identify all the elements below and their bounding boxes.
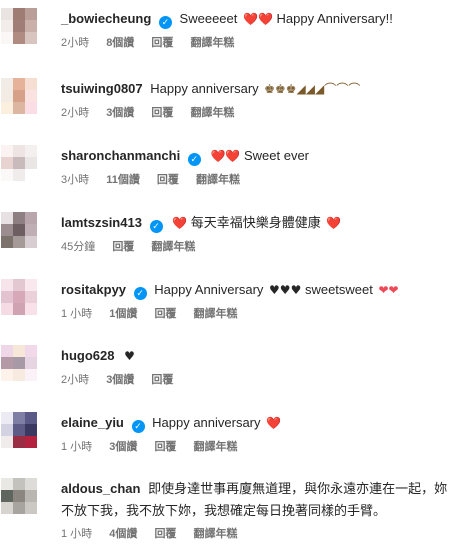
comment-meta: 2小時 8個讚 回覆 翻譯年糕	[61, 35, 448, 51]
comment-text: Sweet ever	[243, 148, 310, 163]
heart-emoji-icon: ❤❤	[378, 283, 399, 297]
timestamp[interactable]: 1 小時	[61, 528, 92, 540]
translate-button[interactable]: 翻譯年糕	[194, 528, 238, 540]
heart-emoji-icon: ♥♥♥	[269, 283, 302, 297]
comment-text: 每天幸福快樂身體健康	[190, 215, 321, 230]
avatar[interactable]	[1, 478, 37, 514]
party-emoji-icon: ♚♚♚◢◢◢⌒⌒⌒	[264, 82, 361, 96]
translate-button[interactable]: 翻譯年糕	[151, 241, 195, 253]
translate-button[interactable]: 翻譯年糕	[194, 308, 238, 320]
comment-text-line: aldous_chan 即使身達世事再廈無道理，與你永遠亦連在一起，妳不放下我，…	[61, 478, 448, 522]
comment-text: Happy Anniversary	[154, 282, 264, 297]
verified-badge-icon: ✓	[149, 220, 163, 233]
like-count[interactable]: 1個讚	[109, 308, 137, 320]
like-count[interactable]: 3個讚	[109, 441, 137, 453]
translate-button[interactable]: 翻譯年糕	[194, 441, 238, 453]
verified-badge-icon: ✓	[131, 420, 145, 433]
username[interactable]: aldous_chan	[61, 481, 140, 496]
avatar[interactable]	[1, 279, 37, 315]
heart-emoji-icon: ❤️	[326, 216, 342, 230]
translate-button[interactable]: 翻譯年糕	[190, 37, 234, 49]
comment-text-line: lamtszsin413 ✓ ❤️ 每天幸福快樂身體健康 ❤️	[61, 213, 448, 233]
verified-badge-icon: ✓	[133, 287, 147, 300]
username[interactable]: hugo628	[61, 348, 114, 363]
username[interactable]: lamtszsin413	[61, 215, 142, 230]
comment-meta: 2小時 3個讚 回覆	[61, 372, 448, 388]
timestamp[interactable]: 3小時	[61, 174, 89, 186]
username[interactable]: tsuiwing0807	[61, 81, 143, 96]
comment-text-line: elaine_yiu ✓ Happy anniversary ❤️	[61, 413, 448, 433]
avatar[interactable]	[1, 8, 37, 44]
comment-meta: 1 小時 4個讚 回覆 翻譯年糕	[61, 526, 448, 542]
verified-badge-icon: ✓	[158, 16, 172, 29]
comment-text-line: sharonchanmanchi ✓ ❤️❤️ Sweet ever	[61, 146, 448, 166]
avatar[interactable]	[1, 145, 37, 181]
comment-meta: 1 小時 3個讚 回覆 翻譯年糕	[61, 439, 448, 455]
translate-button[interactable]: 翻譯年糕	[196, 174, 240, 186]
avatar[interactable]	[1, 78, 37, 114]
reply-button[interactable]: 回覆	[151, 107, 173, 119]
timestamp[interactable]: 2小時	[61, 107, 89, 119]
username[interactable]: rositakpyy	[61, 282, 126, 297]
timestamp[interactable]: 2小時	[61, 374, 89, 386]
reply-button[interactable]: 回覆	[151, 37, 173, 49]
comment-text-line: rositakpyy ✓ Happy Anniversary ♥♥♥ sweet…	[61, 280, 448, 300]
username[interactable]: _bowiecheung	[61, 11, 151, 26]
comment-text-line: hugo628 ♥	[61, 346, 448, 366]
comment-text-tail: sweetsweet	[304, 282, 373, 297]
like-count[interactable]: 8個讚	[106, 37, 134, 49]
comment-text: Happy anniversary	[150, 81, 259, 96]
comment-meta: 2小時 3個讚 回覆 翻譯年糕	[61, 105, 448, 121]
heart-emoji-icon: ❤️	[266, 416, 282, 430]
like-count[interactable]: 3個讚	[106, 374, 134, 386]
reply-button[interactable]: 回覆	[154, 441, 176, 453]
translate-button[interactable]: 翻譯年糕	[190, 107, 234, 119]
username[interactable]: elaine_yiu	[61, 415, 124, 430]
reply-button[interactable]: 回覆	[157, 174, 179, 186]
username[interactable]: sharonchanmanchi	[61, 148, 180, 163]
avatar[interactable]	[1, 212, 37, 248]
comment-meta: 45分鐘 回覆 翻譯年糕	[61, 239, 448, 255]
reply-button[interactable]: 回覆	[154, 528, 176, 540]
timestamp[interactable]: 2小時	[61, 37, 89, 49]
comment-meta: 1 小時 1個讚 回覆 翻譯年糕	[61, 306, 448, 322]
comment-text: Happy anniversary	[152, 415, 261, 430]
comment-text: Sweeeeet	[179, 11, 238, 26]
comment-list: _bowiecheung ✓ Sweeeeet ❤️❤️ Happy Anniv…	[0, 0, 456, 545]
timestamp[interactable]: 1 小時	[61, 308, 92, 320]
like-count[interactable]: 11個讚	[106, 174, 140, 186]
comment-text-tail: Happy Anniversary!!	[276, 11, 393, 26]
reply-button[interactable]: 回覆	[154, 308, 176, 320]
comment-meta: 3小時 11個讚 回覆 翻譯年糕	[61, 172, 448, 188]
avatar[interactable]	[1, 412, 37, 448]
heart-emoji-icon: ❤️	[172, 216, 188, 230]
avatar[interactable]	[1, 345, 37, 381]
heart-emoji-icon: ❤️❤️	[210, 149, 241, 163]
timestamp[interactable]: 1 小時	[61, 441, 92, 453]
comment-text-line: tsuiwing0807 Happy anniversary ♚♚♚◢◢◢⌒⌒⌒	[61, 79, 448, 99]
like-count[interactable]: 3個讚	[106, 107, 134, 119]
heart-emoji-icon: ♥	[124, 349, 135, 363]
like-count[interactable]: 4個讚	[109, 528, 137, 540]
comment-text-line: _bowiecheung ✓ Sweeeeet ❤️❤️ Happy Anniv…	[61, 9, 448, 29]
heart-emoji-icon: ❤️❤️	[243, 12, 273, 26]
timestamp[interactable]: 45分鐘	[61, 241, 95, 253]
reply-button[interactable]: 回覆	[112, 241, 134, 253]
verified-badge-icon: ✓	[187, 153, 201, 166]
reply-button[interactable]: 回覆	[151, 374, 173, 386]
